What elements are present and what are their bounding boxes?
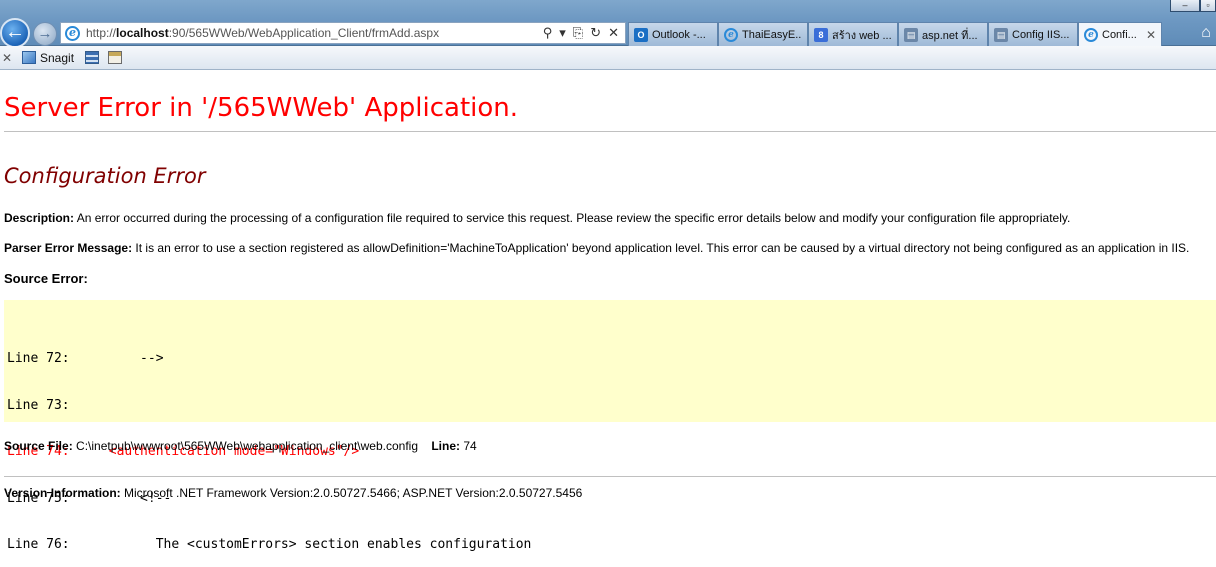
close-tab-icon[interactable]: ✕ <box>1146 28 1156 42</box>
description-text: An error occurred during the processing … <box>74 211 1071 225</box>
compatibility-view-icon[interactable]: ⎘ <box>573 25 583 41</box>
ie-icon: e <box>724 27 738 42</box>
line-number: 74 <box>460 439 477 453</box>
divider <box>4 476 1216 477</box>
tab-aspnet[interactable]: ▤ asp.net ที่... <box>898 22 988 46</box>
tab-strip: O Outlook -... e ThaiEasyE... 8 สร้าง we… <box>628 20 1162 46</box>
snagit-editor-icon[interactable] <box>108 51 123 64</box>
tab-label: Confi... <box>1102 28 1137 41</box>
window-controls: ‒ ▫ <box>1170 0 1216 12</box>
error-heading: Configuration Error <box>4 164 206 188</box>
snagit-capture-icon[interactable] <box>85 51 100 64</box>
ie-page-icon: e <box>65 25 80 41</box>
tab-config-iis[interactable]: ▤ Config IIS... <box>988 22 1078 46</box>
address-bar[interactable]: e http://localhost:90/565WWeb/WebApplica… <box>60 22 626 44</box>
description: Description: An error occurred during th… <box>4 211 1070 225</box>
tab-label: สร้าง web ... <box>832 29 892 42</box>
description-label: Description: <box>4 211 75 225</box>
page-content: Server Error in '/565WWeb' Application. … <box>0 74 1216 567</box>
search-icon[interactable]: ⚲ <box>543 25 553 41</box>
back-button[interactable]: ← <box>0 18 30 48</box>
divider <box>4 131 1216 132</box>
tab-label: ThaiEasyE... <box>742 28 802 41</box>
source-error-label: Source Error: <box>4 271 88 286</box>
tab-active-config[interactable]: e Confi... ✕ <box>1078 22 1162 46</box>
forward-button[interactable]: → <box>33 22 57 46</box>
tab-thaieasy[interactable]: e ThaiEasyE... <box>718 22 808 46</box>
url-text[interactable]: http://localhost:90/565WWeb/WebApplicati… <box>86 26 543 40</box>
home-icon[interactable]: ⌂ <box>1196 22 1216 44</box>
refresh-icon[interactable]: ↻ <box>590 25 601 41</box>
parser-text: It is an error to use a section register… <box>132 241 1190 255</box>
code-line: Line 73: <box>7 397 70 413</box>
ie-icon: e <box>1084 27 1098 42</box>
version-information: Version Information: Microsoft .NET Fram… <box>4 486 582 500</box>
google-icon: 8 <box>814 27 828 42</box>
source-file: Source File: C:\inetpub\wwwroot\565WWeb\… <box>4 439 477 453</box>
tab-label: Outlook -... <box>652 28 706 41</box>
snagit-icon[interactable] <box>22 51 36 64</box>
minimize-button[interactable]: ‒ <box>1170 0 1200 12</box>
tab-label: Config IIS... <box>1012 28 1070 41</box>
tab-create-web[interactable]: 8 สร้าง web ... <box>808 22 898 46</box>
snagit-button[interactable]: Snagit <box>40 51 74 65</box>
page-icon: ▤ <box>994 27 1008 42</box>
maximize-button[interactable]: ▫ <box>1200 0 1216 12</box>
parser-error-message: Parser Error Message: It is an error to … <box>4 241 1189 255</box>
version-text: Microsoft .NET Framework Version:2.0.507… <box>120 486 583 500</box>
version-label: Version Information: <box>4 486 121 500</box>
stop-icon[interactable]: ✕ <box>608 25 619 41</box>
code-line: Line 76: The <customErrors> section enab… <box>7 537 532 552</box>
code-line: Line 72: --> <box>7 351 164 366</box>
tab-outlook[interactable]: O Outlook -... <box>628 22 718 46</box>
url-path: :90/565WWeb/WebApplication_Client/frmAdd… <box>168 26 440 40</box>
close-toolbar-icon[interactable]: ✕ <box>1 51 13 65</box>
url-host: localhost <box>116 26 169 40</box>
outlook-icon: O <box>634 27 648 42</box>
url-prefix: http:// <box>86 26 117 40</box>
command-toolbar: ✕ Snagit <box>0 46 1216 70</box>
source-file-label: Source File: <box>4 439 73 453</box>
parser-label: Parser Error Message: <box>4 241 133 255</box>
address-tools: ⚲ ▾ ⎘ ↻ ✕ <box>543 25 625 41</box>
page-title: Server Error in '/565WWeb' Application. <box>4 93 519 123</box>
tab-label: asp.net ที่... <box>922 29 978 42</box>
source-file-path: C:\inetpub\wwwroot\565WWeb\webapplicatio… <box>72 439 418 453</box>
browser-title-bar: ‒ ▫ ← → e http://localhost:90/565WWeb/We… <box>0 0 1216 48</box>
line-label: Line: <box>431 439 461 453</box>
page-icon: ▤ <box>904 27 918 42</box>
back-arrow-icon: ← <box>5 21 25 43</box>
dropdown-icon[interactable]: ▾ <box>559 25 566 41</box>
forward-arrow-icon: → <box>37 25 53 42</box>
source-code-box: Line 72: --> Line 73: Line 74: <authenti… <box>4 300 1216 552</box>
